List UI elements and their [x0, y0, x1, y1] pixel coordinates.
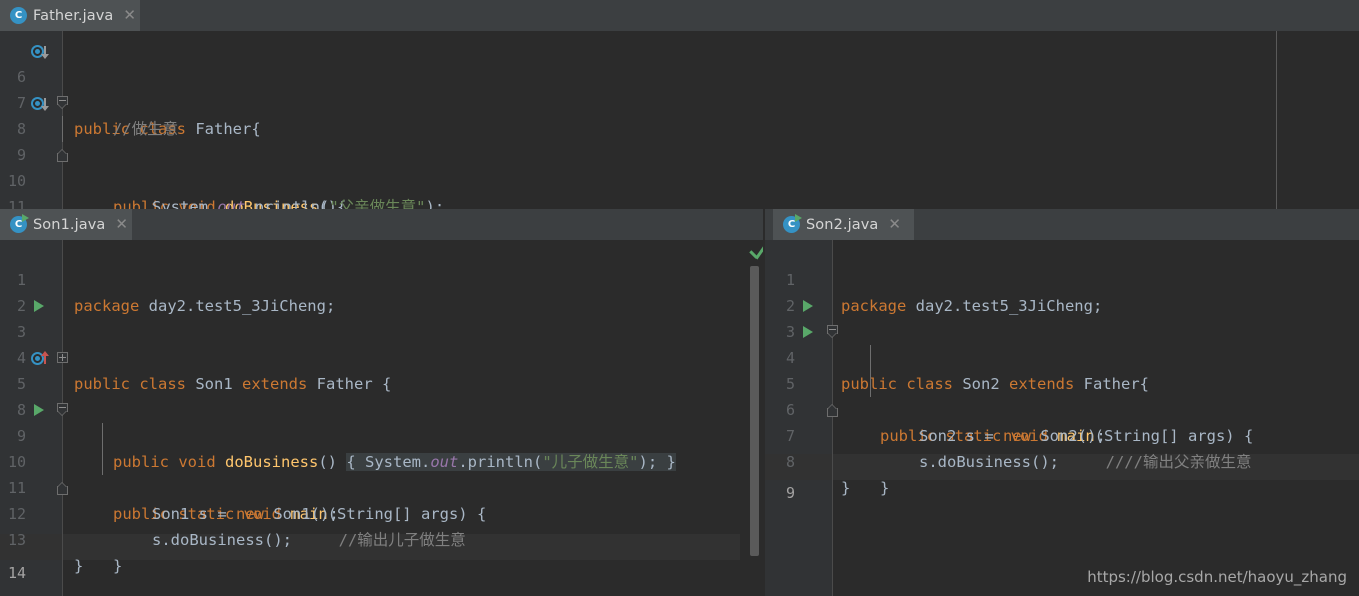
- fold-expand-icon[interactable]: [57, 352, 68, 363]
- close-icon[interactable]: ✕: [123, 8, 136, 23]
- tabbar-left: C Son1.java ✕: [0, 209, 765, 240]
- run-icon[interactable]: [803, 300, 813, 312]
- fold-region-end-icon[interactable]: [57, 481, 68, 495]
- code-line: 3 public class Son2 extends Father{: [765, 293, 1359, 393]
- run-icon[interactable]: [803, 326, 813, 338]
- close-icon[interactable]: ✕: [115, 217, 128, 232]
- tab-son1-java[interactable]: C Son1.java ✕: [0, 209, 132, 240]
- editor-son1-java[interactable]: 1 package day2.test5_3JiCheng; 2 3 publi…: [0, 240, 765, 596]
- code-line: 5 Son2 s = new Son2();: [765, 345, 1359, 445]
- class-icon: C: [10, 7, 27, 24]
- indent-guide: [870, 345, 871, 371]
- ide-window: C Father.java ✕ 6 public class Father{ 7…: [0, 0, 1359, 596]
- code-line: 11 s.doBusiness(); //输出儿子做生意: [0, 449, 765, 549]
- tab-label: Son1.java: [33, 216, 106, 233]
- code-line: 3 public class Son1 extends Father {: [0, 293, 765, 393]
- fold-region-start-icon[interactable]: [57, 403, 68, 417]
- tabbar-right: C Son2.java ✕: [765, 209, 1359, 240]
- code-line: 1 package day2.test5_3JiCheng;: [0, 241, 765, 315]
- fold-connector: [62, 116, 63, 142]
- code-line: 9 public static void main(String[] args)…: [0, 397, 765, 523]
- line-number: 9: [785, 484, 795, 502]
- code-line: 10 }: [0, 142, 1359, 190]
- watermark-text: https://blog.csdn.net/haoyu_zhang: [1087, 568, 1347, 586]
- tab-label: Father.java: [33, 7, 114, 24]
- code-line: 4 public static void main(String[] args)…: [765, 319, 1359, 445]
- code-line: 7 }: [765, 397, 1359, 497]
- line-number: 14: [7, 564, 26, 582]
- run-icon[interactable]: [34, 404, 44, 416]
- indent-guide: [870, 371, 871, 397]
- code-line: 13 }: [0, 501, 765, 575]
- runnable-class-icon: C: [10, 214, 29, 233]
- close-icon[interactable]: ✕: [888, 217, 901, 232]
- editor-father-java[interactable]: 6 public class Father{ 7 //做生意 8 public …: [0, 31, 1359, 209]
- code-line: 2: [0, 267, 765, 315]
- fold-region-start-icon[interactable]: [57, 96, 68, 110]
- code-text: System.out.println("父亲做生意");: [152, 198, 445, 209]
- override-down-icon[interactable]: [31, 96, 49, 114]
- override-down-icon[interactable]: [31, 44, 49, 62]
- code-line: 11 }: [0, 168, 1359, 209]
- gutter-divider-lower: [832, 454, 833, 596]
- code-line: 9: [765, 454, 1359, 502]
- code-line: 2: [765, 267, 1359, 315]
- pane-splitter[interactable]: [763, 209, 765, 596]
- code-line: 9 System.out.println("父亲做生意");: [0, 116, 1359, 209]
- line-number: 11: [7, 198, 26, 209]
- indent-guide: [102, 449, 103, 475]
- code-line: 8 }: [765, 423, 1359, 497]
- code-line: 4: [0, 319, 765, 367]
- tab-father-java[interactable]: C Father.java ✕: [0, 0, 140, 31]
- tab-label: Son2.java: [806, 216, 879, 233]
- code-line: 8 public void doBusiness(){: [0, 90, 1359, 209]
- tab-son2-java[interactable]: C Son2.java ✕: [773, 209, 914, 240]
- code-line: 7 //做生意: [0, 64, 1359, 138]
- fold-region-start-icon[interactable]: [827, 325, 838, 339]
- code-line: 6 public class Father{: [0, 38, 1359, 138]
- run-icon[interactable]: [34, 300, 44, 312]
- indent-guide: [102, 423, 103, 449]
- editor-son2-java[interactable]: 1 package day2.test5_3JiCheng; 2 3 publi…: [765, 240, 1359, 596]
- code-line: 8: [0, 371, 765, 419]
- code-line: 14: [0, 534, 765, 582]
- code-line: 10 Son1 s = new Son1();: [0, 423, 765, 523]
- fold-region-end-icon[interactable]: [827, 403, 838, 417]
- code-line: 1 package day2.test5_3JiCheng;: [765, 241, 1359, 315]
- code-line: 5 public void doBusiness() { System.out.…: [0, 345, 765, 471]
- fold-region-end-icon[interactable]: [57, 148, 68, 162]
- code-line: 12 }: [0, 475, 765, 575]
- runnable-class-icon: C: [783, 214, 802, 233]
- tabbar-top: C Father.java ✕: [0, 0, 1359, 31]
- override-up-icon[interactable]: [31, 351, 49, 369]
- gutter-divider-lower: [62, 534, 63, 596]
- code-line: 6 s.doBusiness(); ////输出父亲做生意: [765, 371, 1359, 471]
